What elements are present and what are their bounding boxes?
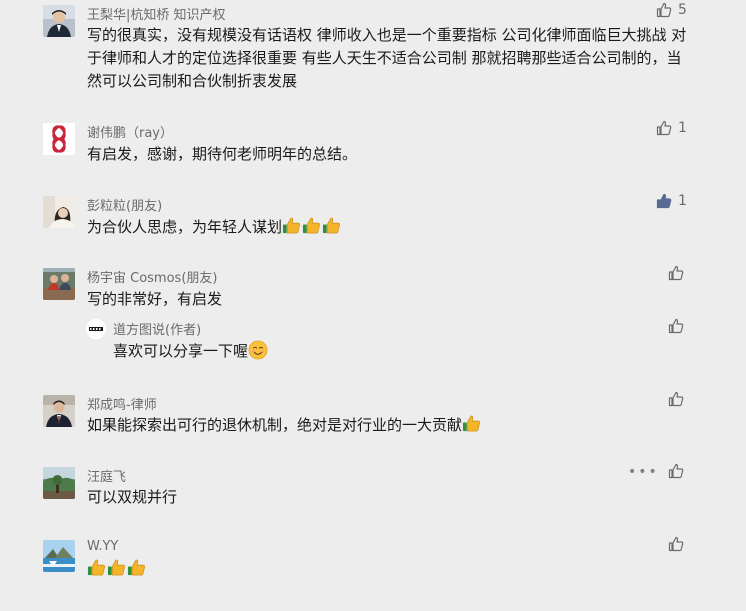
like-button[interactable] — [668, 463, 684, 479]
commenter-name[interactable]: 汪庭飞 — [87, 466, 126, 485]
comment-text-content: 为合伙人思虑，为年轻人谋划 — [87, 218, 283, 236]
comments-page: 王梨华|杭知桥 知识产权 写的很真实，没有规模没有话语权 律师收入也是一个重要指… — [0, 0, 746, 611]
comment-text: 如果能探索出可行的退休机制，绝对是对行业的一大贡献 — [87, 414, 687, 437]
comment-text — [87, 558, 687, 581]
author-avatar[interactable] — [86, 319, 106, 339]
thumbs-up-icon — [668, 318, 684, 334]
like-button[interactable] — [668, 265, 684, 281]
commenter-name[interactable]: 王梨华|杭知桥 知识产权 — [87, 4, 226, 23]
like-button[interactable] — [668, 536, 684, 552]
commenter-name[interactable]: 郑成鸣-律师 — [87, 394, 157, 413]
thumbs-up-emoji — [462, 415, 480, 432]
like-count: 1 — [678, 120, 687, 136]
commenter-name[interactable]: 彭粒粒(朋友) — [87, 195, 162, 214]
comment-text: 写的非常好，有启发 — [87, 290, 223, 308]
thumbs-up-emoji — [322, 217, 340, 234]
like-count: 1 — [678, 193, 687, 209]
like-button[interactable]: 5 — [656, 2, 687, 18]
thumbs-up-emoji — [87, 559, 105, 576]
comment-text: 写的很真实，没有规模没有话语权 律师收入也是一个重要指标 公司化律师面临巨大挑战… — [87, 26, 687, 90]
more-icon[interactable]: ••• — [628, 464, 659, 480]
thumbs-up-icon — [668, 391, 684, 407]
like-button[interactable] — [668, 318, 684, 334]
avatar[interactable] — [43, 196, 75, 228]
thumbs-up-emoji — [302, 217, 320, 234]
author-name[interactable]: 道方图说(作者) — [113, 319, 201, 338]
thumbs-up-emoji — [107, 559, 125, 576]
like-count: 5 — [678, 2, 687, 18]
thumbs-up-icon — [656, 120, 672, 136]
avatar[interactable] — [43, 395, 75, 427]
thumbs-up-icon — [668, 265, 684, 281]
commenter-name[interactable]: W.YY — [87, 539, 118, 554]
reply-text-content: 喜欢可以分享一下喔 — [113, 342, 249, 360]
thumbs-up-emoji — [282, 217, 300, 234]
comment-text: 为合伙人思虑，为年轻人谋划 — [87, 216, 687, 239]
like-button[interactable] — [668, 391, 684, 407]
thumbs-up-icon — [668, 463, 684, 479]
like-button[interactable]: 1 — [656, 120, 687, 136]
like-button-active[interactable]: 1 — [656, 193, 687, 209]
commenter-name[interactable]: 谢伟鹏（ray） — [87, 122, 173, 141]
avatar[interactable] — [43, 5, 75, 37]
reply-text: 喜欢可以分享一下喔 — [113, 340, 713, 363]
avatar[interactable] — [43, 123, 75, 155]
thumbs-up-icon — [668, 536, 684, 552]
thumbs-up-icon — [656, 193, 672, 209]
avatar[interactable] — [43, 467, 75, 499]
thumbs-up-icon — [656, 2, 672, 18]
thumbs-up-emoji — [127, 559, 145, 576]
avatar[interactable] — [43, 540, 75, 572]
comment-text: 可以双规并行 — [87, 488, 178, 506]
avatar[interactable] — [43, 268, 75, 300]
smile-emoji — [248, 340, 268, 360]
commenter-name[interactable]: 杨宇宙 Cosmos(朋友) — [87, 267, 217, 286]
comment-text-content: 如果能探索出可行的退休机制，绝对是对行业的一大贡献 — [87, 416, 463, 434]
comment-text: 有启发，感谢，期待何老师明年的总结。 — [87, 145, 358, 163]
